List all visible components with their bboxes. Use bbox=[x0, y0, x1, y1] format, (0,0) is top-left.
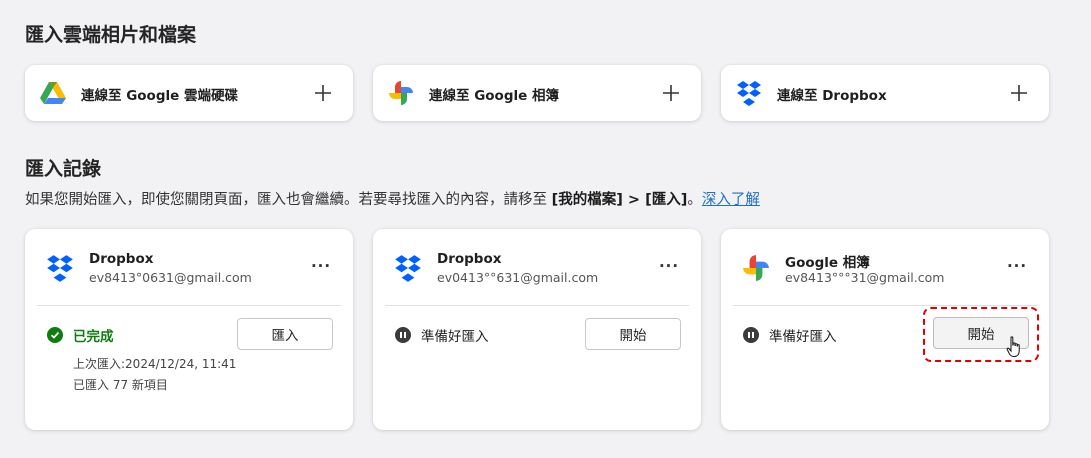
checkmark-icon bbox=[47, 327, 63, 343]
add-google-drive-button[interactable] bbox=[309, 79, 337, 107]
divider bbox=[385, 305, 689, 306]
add-google-photos-button[interactable] bbox=[657, 79, 685, 107]
import-cloud-title: 匯入雲端相片和檔案 bbox=[25, 24, 197, 46]
add-dropbox-button[interactable] bbox=[1005, 79, 1033, 107]
connect-google-photos-card[interactable]: 連線至 Google 相簿 bbox=[373, 65, 701, 121]
plus-icon bbox=[315, 85, 331, 101]
start-button[interactable]: 開始 bbox=[585, 318, 681, 350]
my-files-label: [我的檔案] bbox=[551, 192, 623, 208]
account-email: ev0413°°631@gmail.com bbox=[437, 270, 599, 285]
google-photos-icon bbox=[743, 255, 769, 281]
status: 準備好匯入 bbox=[743, 325, 837, 345]
divider bbox=[733, 305, 1037, 306]
imports-label: [匯入] bbox=[645, 192, 688, 208]
connect-google-drive-card[interactable]: 連線至 Google 雲端硬碟 bbox=[25, 65, 353, 121]
description-text: 如果您開始匯入，即使您關閉頁面，匯入也會繼續。若要尋找匯入的內容，請移至 bbox=[25, 192, 552, 208]
dropbox-icon bbox=[47, 255, 73, 282]
pause-icon bbox=[743, 327, 759, 343]
import-button[interactable]: 匯入 bbox=[237, 318, 333, 350]
history-card-dropbox-2: Dropbox ev0413°°631@gmail.com ··· 準備好匯入 … bbox=[373, 229, 701, 430]
google-drive-icon bbox=[40, 82, 66, 104]
more-options-button[interactable]: ··· bbox=[309, 257, 333, 277]
more-options-button[interactable]: ··· bbox=[1005, 257, 1029, 277]
learn-more-link[interactable]: 深入了解 bbox=[702, 192, 760, 208]
hand-pointer-icon bbox=[1006, 336, 1020, 357]
connect-google-drive-label: 連線至 Google 雲端硬碟 bbox=[81, 88, 238, 104]
pause-icon bbox=[395, 327, 411, 343]
service-name: Dropbox bbox=[437, 251, 502, 267]
last-import-time: 上次匯入:2024/12/24, 11:41 bbox=[73, 357, 237, 371]
more-options-button[interactable]: ··· bbox=[657, 257, 681, 277]
status-text: 準備好匯入 bbox=[421, 329, 489, 345]
plus-icon bbox=[663, 85, 679, 101]
import-description: 如果您開始匯入，即使您關閉頁面，匯入也會繼續。若要尋找匯入的內容，請移至 [我的… bbox=[25, 188, 760, 209]
status: 準備好匯入 bbox=[395, 325, 489, 345]
import-page: 匯入雲端相片和檔案 連線至 Google 雲端硬碟 連線至 Google 相簿 bbox=[0, 0, 1091, 458]
status-text: 準備好匯入 bbox=[769, 329, 837, 345]
status: 已完成 bbox=[47, 325, 114, 345]
imported-items-count: 已匯入 77 新項目 bbox=[73, 378, 168, 392]
dropbox-icon bbox=[395, 255, 421, 282]
google-photos-icon bbox=[389, 81, 413, 105]
breadcrumb-separator: > bbox=[622, 192, 646, 208]
connect-dropbox-label: 連線至 Dropbox bbox=[777, 88, 887, 104]
plus-icon bbox=[1011, 85, 1027, 101]
status-text: 已完成 bbox=[73, 329, 114, 345]
dropbox-icon bbox=[737, 81, 761, 106]
account-email: ev8413°0631@gmail.com bbox=[89, 270, 252, 285]
service-name: Dropbox bbox=[89, 251, 154, 267]
divider bbox=[37, 305, 341, 306]
connect-dropbox-card[interactable]: 連線至 Dropbox bbox=[721, 65, 1049, 121]
account-email: ev8413°°°31@gmail.com bbox=[785, 270, 945, 285]
description-end: 。 bbox=[687, 192, 702, 208]
history-card-dropbox-1: Dropbox ev8413°0631@gmail.com ··· 已完成 匯入… bbox=[25, 229, 353, 430]
connect-google-photos-label: 連線至 Google 相簿 bbox=[429, 88, 559, 104]
import-history-title: 匯入記錄 bbox=[25, 158, 102, 180]
service-name: Google 相簿 bbox=[785, 255, 870, 271]
